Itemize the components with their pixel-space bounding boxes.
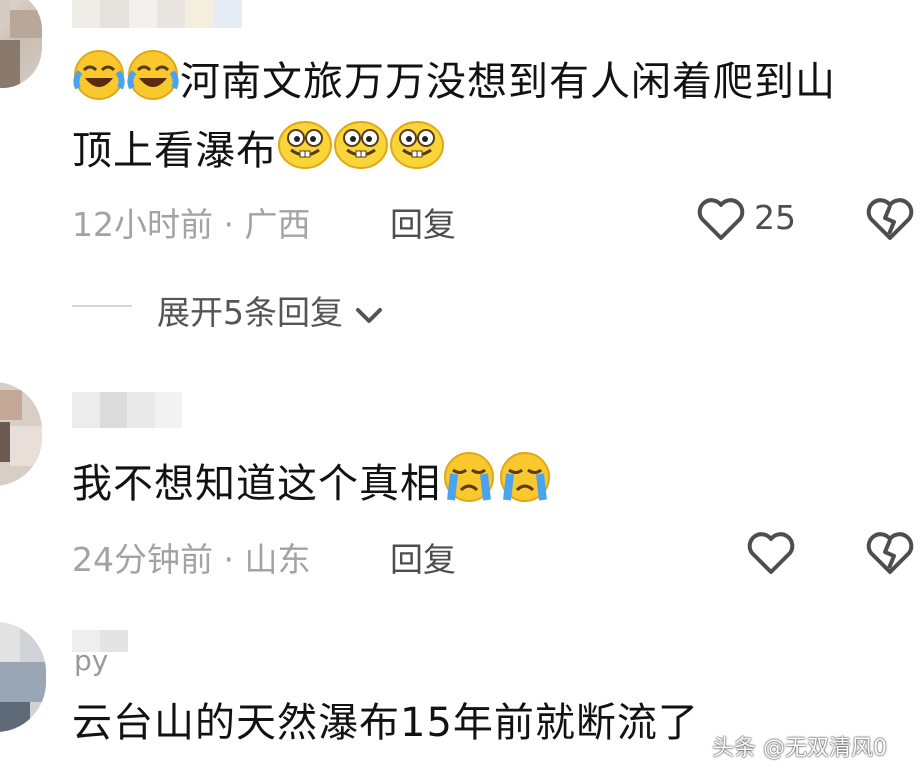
grinning-face-emoji	[333, 118, 389, 188]
comment-text-label: 我不想知道这个真相	[72, 461, 441, 507]
meta-separator: ·	[223, 205, 235, 244]
comment-meta: 12小时前 · 广西	[72, 198, 311, 246]
crying-face-emoji	[441, 450, 497, 522]
comment-location: 广西	[244, 205, 311, 244]
avatar[interactable]	[0, 0, 42, 88]
comment-text-label: 云台山的天然瀑布15年前就断流了	[72, 700, 699, 746]
expand-replies-label: 展开5条回复	[157, 293, 343, 332]
username-partial: py	[74, 644, 109, 677]
avatar[interactable]	[0, 382, 42, 486]
comment-text: 河南文旅万万没想到有人闲着爬到山	[72, 48, 836, 120]
comment-meta: 24分钟前 · 山东	[72, 533, 311, 581]
username-blurred	[72, 0, 242, 28]
username-blurred	[72, 392, 182, 428]
comment-text: 云台山的天然瀑布15年前就断流了	[72, 692, 699, 754]
meta-separator: ·	[223, 540, 235, 579]
comment-text: 我不想知道这个真相	[72, 450, 553, 522]
reply-button[interactable]: 回复	[390, 198, 456, 246]
comment-time: 24分钟前	[72, 540, 213, 579]
laughing-crying-emoji	[72, 48, 126, 120]
comment-text-line2-label: 顶上看瀑布	[72, 128, 277, 174]
grinning-face-emoji	[389, 118, 445, 188]
crying-face-emoji	[497, 450, 553, 522]
watermark: 头条 @无双清风0	[712, 736, 887, 761]
expand-replies-button[interactable]: 展开5条回复	[157, 286, 384, 334]
comment-text-line2: 顶上看瀑布	[72, 118, 445, 188]
like-heart-icon[interactable]	[746, 530, 796, 580]
comment-text-line1: 河南文旅万万没想到有人闲着爬到山	[180, 59, 836, 105]
expand-divider	[72, 305, 132, 307]
avatar[interactable]	[0, 622, 46, 732]
reply-button[interactable]: 回复	[390, 533, 456, 581]
like-heart-icon[interactable]	[696, 196, 746, 246]
dislike-broken-heart-icon[interactable]	[865, 530, 915, 580]
chevron-down-icon	[354, 295, 384, 334]
laughing-crying-emoji	[126, 48, 180, 120]
like-count: 25	[754, 198, 796, 237]
comment-time: 12小时前	[72, 205, 213, 244]
comment-location: 山东	[244, 540, 311, 579]
grinning-face-emoji	[277, 118, 333, 188]
dislike-broken-heart-icon[interactable]	[865, 196, 915, 246]
